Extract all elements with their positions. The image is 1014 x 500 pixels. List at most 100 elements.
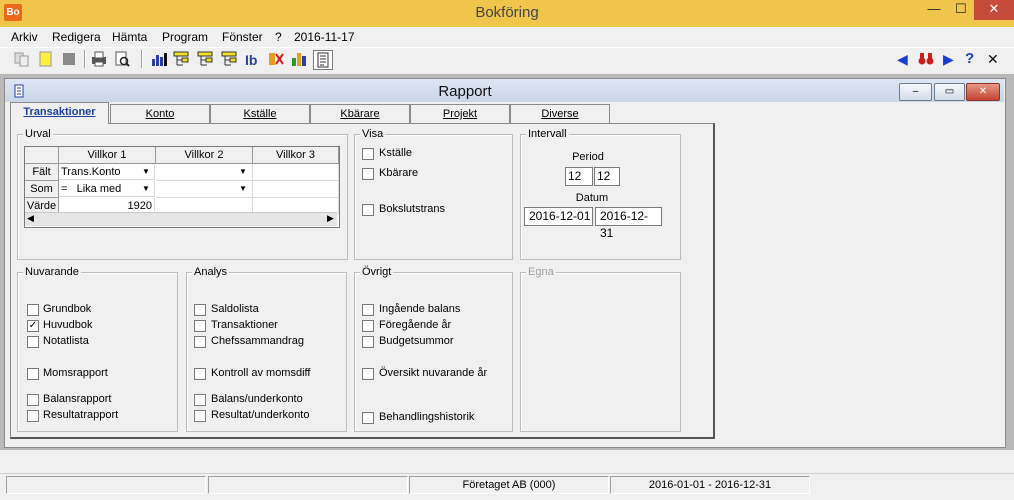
tab-diverse[interactable]: Diverse [510, 104, 610, 123]
bokslutstrans-checkbox[interactable] [362, 204, 374, 216]
grid-col-header: Villkor 3 [253, 147, 339, 164]
egna-label: Egna [526, 266, 556, 278]
momsrapport-checkbox[interactable] [27, 368, 39, 380]
tab-kbarare[interactable]: Kbärare [310, 104, 410, 123]
bokslutstrans-label[interactable]: Bokslutstrans [379, 203, 445, 215]
saldolista-checkbox[interactable] [194, 304, 206, 316]
next-icon[interactable]: ▶ [943, 51, 954, 68]
chefssammandrag-label[interactable]: Chefssammandrag [211, 335, 304, 347]
tab-projekt[interactable]: Projekt [410, 104, 510, 123]
behandlingshistorik-label[interactable]: Behandlingshistorik [379, 411, 474, 423]
visa-label: Visa [360, 128, 386, 140]
period-to-field[interactable]: 12 [594, 167, 620, 186]
oversikt-nuvarande-ar-checkbox[interactable] [362, 368, 374, 380]
behandlingshistorik-checkbox[interactable] [362, 412, 374, 424]
scroll-left-icon[interactable]: ◀ [27, 212, 34, 225]
balansrapport-label[interactable]: Balansrapport [43, 393, 112, 405]
chevron-down-icon[interactable]: ▼ [237, 166, 249, 178]
chefssammandrag-checkbox[interactable] [194, 336, 206, 348]
stop-icon[interactable] [61, 51, 77, 67]
close-button[interactable]: ✕ [974, 0, 1014, 20]
transaktioner-checkbox[interactable] [194, 320, 206, 332]
kbarare-label[interactable]: Kbärare [379, 167, 418, 179]
tree-icon-3[interactable] [221, 51, 237, 67]
ib-icon[interactable]: Ib [245, 51, 261, 68]
bar-chart-icon[interactable] [291, 51, 307, 67]
scroll-right-icon[interactable]: ▶ [327, 212, 334, 225]
saldolista-label[interactable]: Saldolista [211, 303, 259, 315]
close-icon[interactable]: ✕ [987, 51, 999, 68]
resultat-underkonto-label[interactable]: Resultat/underkonto [211, 409, 309, 421]
minimize-button[interactable]: — [920, 0, 948, 20]
balansrapport-checkbox[interactable] [27, 394, 39, 406]
maximize-button[interactable]: ☐ [948, 0, 974, 20]
date-to-field[interactable]: 2016-12-31 [595, 207, 662, 240]
new-icon[interactable] [38, 51, 54, 67]
grundbok-label[interactable]: Grundbok [43, 303, 91, 315]
oversikt-nuvarande-ar-label[interactable]: Översikt nuvarande år [379, 367, 487, 379]
resultatrapport-label[interactable]: Resultatrapport [43, 409, 118, 421]
huvudbok-checkbox[interactable]: ✓ [27, 320, 39, 332]
menu-arkiv[interactable]: Arkiv [11, 30, 38, 44]
menu-date: 2016-11-17 [294, 30, 355, 44]
menu-help[interactable]: ? [275, 30, 282, 44]
report-maximize-button[interactable]: ▭ [934, 83, 965, 101]
kstalle-label[interactable]: Kställe [379, 147, 412, 159]
balans-underkonto-label[interactable]: Balans/underkonto [211, 393, 303, 405]
copy-icon[interactable] [14, 51, 30, 67]
kstalle-checkbox[interactable] [362, 148, 374, 160]
grid-cell[interactable] [253, 181, 339, 198]
status-company: Företaget AB (000) [409, 476, 609, 494]
ingaende-balans-checkbox[interactable] [362, 304, 374, 316]
menu-hamta[interactable]: Hämta [112, 30, 147, 44]
chevron-down-icon[interactable]: ▼ [140, 166, 152, 178]
huvudbok-label[interactable]: Huvudbok [43, 319, 93, 331]
tab-transaktioner[interactable]: Transaktioner [10, 102, 109, 124]
notatlista-checkbox[interactable] [27, 336, 39, 348]
rx-icon[interactable] [268, 51, 284, 67]
budgetsummor-checkbox[interactable] [362, 336, 374, 348]
tree-icon-2[interactable] [197, 51, 213, 67]
date-from-field[interactable]: 2016-12-01 [524, 207, 593, 226]
ingaende-balans-label[interactable]: Ingående balans [379, 303, 460, 315]
grid-cell[interactable] [253, 164, 339, 181]
prev-icon[interactable]: ◀ [897, 51, 908, 68]
balans-underkonto-checkbox[interactable] [194, 394, 206, 406]
menu-program[interactable]: Program [162, 30, 208, 44]
chevron-down-icon[interactable]: ▼ [140, 183, 152, 195]
menu-redigera[interactable]: Redigera [52, 30, 101, 44]
report-minimize-button[interactable]: – [899, 83, 932, 101]
kbarare-checkbox[interactable] [362, 168, 374, 180]
kontroll-momsdiff-checkbox[interactable] [194, 368, 206, 380]
print-icon[interactable] [91, 51, 107, 67]
analys-label: Analys [192, 266, 230, 278]
chart-icon[interactable] [151, 51, 167, 67]
nuvarande-group [17, 272, 178, 432]
datum-label: Datum [575, 192, 609, 204]
momsrapport-label[interactable]: Momsrapport [43, 367, 108, 379]
chevron-down-icon[interactable]: ▼ [237, 183, 249, 195]
tab-konto[interactable]: Konto [110, 104, 210, 123]
tree-icon[interactable] [173, 51, 189, 67]
transaktioner-label[interactable]: Transaktioner [211, 319, 278, 331]
resultat-underkonto-checkbox[interactable] [194, 410, 206, 422]
foregaende-ar-checkbox[interactable] [362, 320, 374, 332]
binoculars-icon[interactable] [918, 50, 934, 66]
report-icon[interactable] [313, 50, 333, 70]
grundbok-checkbox[interactable] [27, 304, 39, 316]
kontroll-momsdiff-label[interactable]: Kontroll av momsdiff [211, 367, 310, 379]
budgetsummor-label[interactable]: Budgetsummor [379, 335, 454, 347]
help-icon[interactable]: ? [965, 50, 974, 67]
period-from-field[interactable]: 12 [565, 167, 593, 186]
horizontal-scrollbar[interactable] [25, 212, 337, 226]
resultatrapport-checkbox[interactable] [27, 410, 39, 422]
foregaende-ar-label[interactable]: Föregående år [379, 319, 451, 331]
urval-label: Urval [23, 128, 53, 140]
tab-kstalle[interactable]: Kställe [210, 104, 310, 123]
print-preview-icon[interactable] [114, 51, 130, 67]
menu-fonster[interactable]: Fönster [222, 30, 263, 44]
report-close-button[interactable]: ✕ [966, 83, 1000, 101]
notatlista-label[interactable]: Notatlista [43, 335, 89, 347]
grid-row-header: Som [25, 181, 59, 198]
status-panel [208, 476, 408, 494]
